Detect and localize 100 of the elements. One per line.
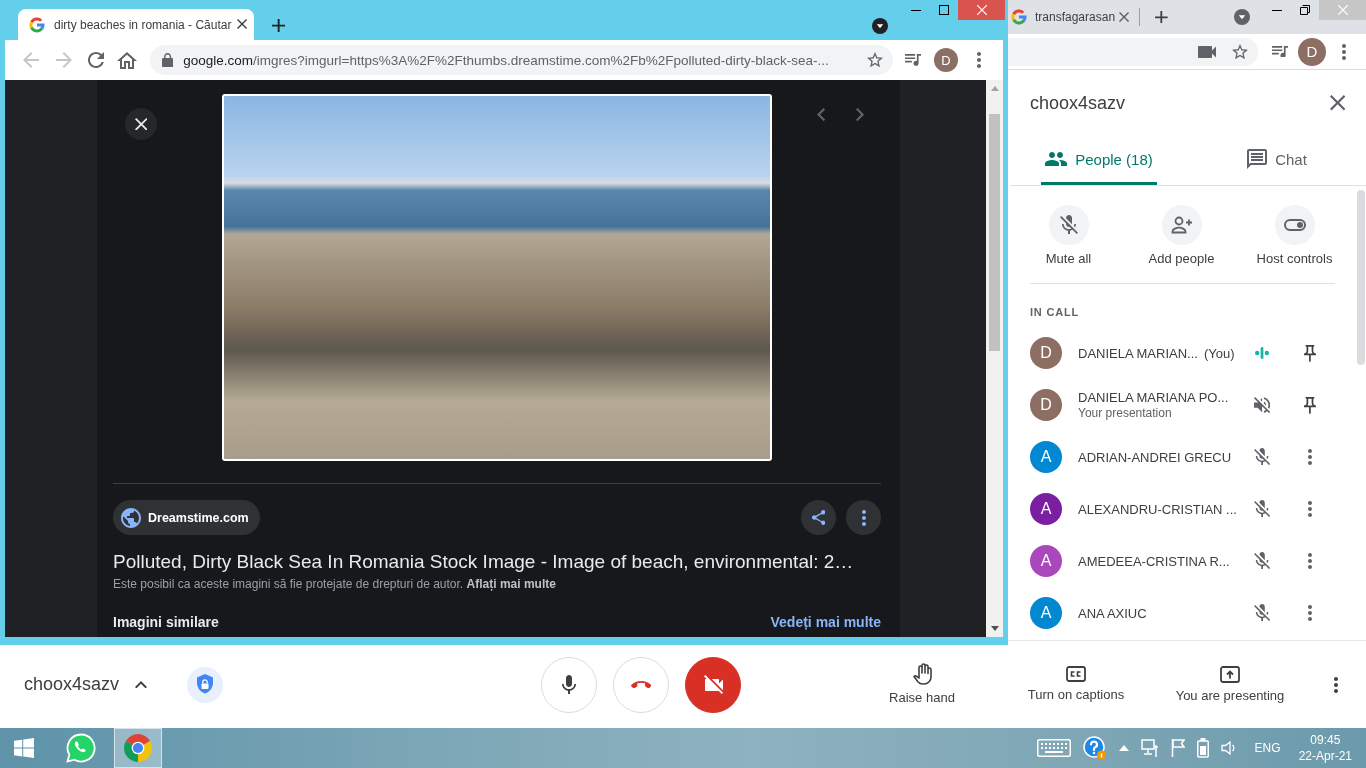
hand-icon <box>912 662 932 686</box>
star-icon[interactable] <box>866 52 883 68</box>
add-people-button[interactable]: Add people <box>1125 205 1238 267</box>
see-more-link[interactable]: Vedeți mai multe <box>770 613 881 631</box>
host-controls-button[interactable]: Host controls <box>1238 205 1351 267</box>
source-chip[interactable]: Dreamstime.com <box>113 500 260 535</box>
close-button[interactable] <box>125 108 157 140</box>
more-icon[interactable] <box>1334 676 1338 693</box>
pin-icon[interactable] <box>1304 396 1316 414</box>
maximize-icon <box>939 5 949 15</box>
image-title[interactable]: Polluted, Dirty Black Sea In Romania Stock Image - Image of beach, environmental: 2… <box>113 549 854 575</box>
toggle-icon <box>1274 205 1315 245</box>
lock-icon[interactable] <box>162 52 174 68</box>
more-icon <box>861 509 866 526</box>
new-tab-icon[interactable] <box>1155 10 1168 24</box>
avatar: D <box>1030 389 1062 421</box>
network-icon[interactable] <box>1140 739 1159 757</box>
mic-off-icon <box>1048 205 1089 245</box>
chat-icon <box>1247 149 1268 169</box>
scrollbar-thumb[interactable] <box>1357 190 1365 365</box>
participant-name: ANA AXIUC <box>1078 604 1147 622</box>
keyboard-icon[interactable] <box>1036 739 1071 757</box>
g-logo-icon <box>1011 9 1027 25</box>
caret-down-icon[interactable] <box>990 626 999 631</box>
avatar: A <box>1030 441 1062 473</box>
home-icon[interactable] <box>117 51 137 69</box>
more-icon[interactable] <box>1308 553 1312 569</box>
participant-note: Your presentation <box>1078 406 1172 421</box>
flag-icon[interactable] <box>1170 739 1185 757</box>
help-icon[interactable] <box>1082 736 1107 760</box>
menu-icon[interactable] <box>1342 43 1346 60</box>
windows-logo-icon <box>14 738 34 758</box>
avatar: D <box>1030 337 1062 369</box>
more-icon[interactable] <box>1308 501 1312 517</box>
share-button[interactable] <box>801 500 836 535</box>
more-icon[interactable] <box>1308 605 1312 621</box>
g-logo-icon <box>29 16 45 33</box>
present-icon <box>1220 665 1240 683</box>
globe-icon <box>121 507 141 528</box>
microphone-icon <box>562 675 576 694</box>
section-heading: Imagini similare <box>113 613 219 631</box>
participant-tag: (You) <box>1203 344 1235 362</box>
browser-logo-icon <box>124 734 152 762</box>
participant-name: AMEDEEA-CRISTINA R... <box>1078 552 1230 570</box>
new-tab-icon[interactable] <box>271 18 285 32</box>
participant-name: DANIELA MARIAN... <box>1078 344 1198 362</box>
pin-icon[interactable] <box>1304 344 1316 362</box>
more-icon[interactable] <box>1308 449 1312 465</box>
participant-name: DANIELA MARIANA PO... <box>1078 389 1229 406</box>
mute-all-button[interactable]: Mute all <box>1012 205 1125 267</box>
profile-avatar[interactable]: D <box>934 48 958 72</box>
minimize-icon <box>911 9 921 11</box>
avatar: A <box>1030 597 1062 629</box>
scrollbar-thumb[interactable] <box>989 114 1000 351</box>
close-icon[interactable] <box>1119 11 1130 23</box>
panel-tab[interactable]: People (18) <box>1041 136 1157 185</box>
battery-icon[interactable] <box>1196 738 1209 758</box>
close-icon[interactable] <box>1329 95 1345 111</box>
restore-icon <box>1300 5 1310 15</box>
menu-icon[interactable] <box>977 52 981 68</box>
participant-name: ADRIAN-ANDREI GRECU <box>1078 448 1232 466</box>
captions-button[interactable]: Turn on captions <box>1006 666 1146 703</box>
meeting-code: choox4sazv <box>24 674 120 695</box>
section-heading: IN CALL <box>1030 305 1079 319</box>
panel-title: choox4sazv <box>1030 92 1127 114</box>
close-icon <box>134 117 148 131</box>
close-icon <box>1337 5 1348 15</box>
avatar: A <box>1030 545 1062 577</box>
playlist-icon[interactable] <box>904 54 921 66</box>
people-icon <box>1045 152 1068 166</box>
captions-icon <box>1066 666 1086 682</box>
address-bar[interactable]: google.com/imgres?imgurl=https%3A%2F%2Fthumbs.dreamstime.com%2Fb%2Fpolluted-dirty-black-sea-... <box>150 45 893 75</box>
more-button[interactable] <box>846 500 881 535</box>
share-icon <box>811 510 826 525</box>
person-add-icon <box>1161 205 1202 245</box>
browser-tab[interactable]: dirty beaches in romania - Căutar <box>18 9 254 40</box>
playlist-icon[interactable] <box>1271 45 1288 58</box>
camera-off-icon <box>703 675 723 694</box>
chevron-left-icon[interactable] <box>816 108 825 122</box>
video-camera-icon[interactable] <box>1197 45 1216 58</box>
present-button[interactable]: You are presenting <box>1160 665 1300 704</box>
reload-icon[interactable] <box>88 52 104 68</box>
taskbar-button[interactable] <box>114 728 162 768</box>
minimize-icon <box>1272 9 1282 11</box>
caret-up-icon[interactable] <box>1118 745 1129 751</box>
panel-tab[interactable]: Chat <box>1243 136 1311 185</box>
avatar: A <box>1030 493 1062 525</box>
chevron-up-icon[interactable] <box>135 680 148 689</box>
browser-tab[interactable]: transfagarasan <box>1011 0 1130 34</box>
shield-lock-icon[interactable] <box>187 666 224 703</box>
speaker-icon[interactable] <box>1220 740 1237 756</box>
raise-hand-button[interactable]: Raise hand <box>852 662 992 707</box>
dropdown-icon[interactable] <box>872 18 888 34</box>
chevron-right-icon[interactable] <box>855 108 864 122</box>
star-icon[interactable] <box>1231 43 1248 60</box>
learn-more-link[interactable]: Aflați mai multe <box>466 577 556 591</box>
profile-avatar[interactable]: D <box>1298 37 1326 66</box>
copyright-notice: Este posibil ca aceste imagini să fie protejate de drepturi de autor. Aflați mai multe <box>113 576 556 593</box>
scrollbar[interactable] <box>986 80 1003 637</box>
close-icon[interactable] <box>237 19 248 30</box>
